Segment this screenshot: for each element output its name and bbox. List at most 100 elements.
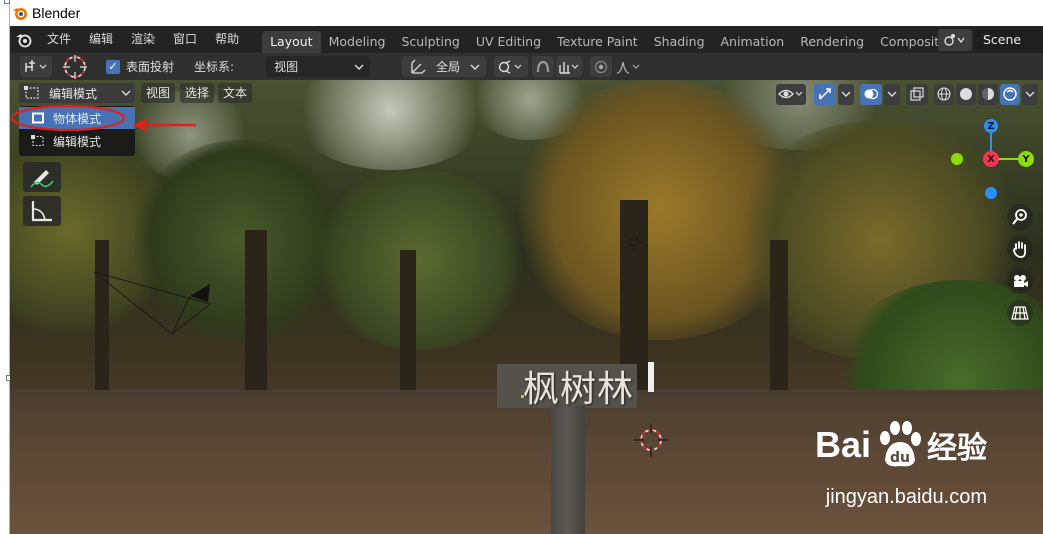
coord-system-label: 坐标系: [194,60,235,74]
menu-window[interactable]: 窗口 [164,26,206,53]
menu-render[interactable]: 渲染 [122,26,164,53]
annotate-pencil-icon [30,170,54,188]
snap-toggle-button[interactable] [532,56,555,77]
gizmo-axis-y[interactable]: Y [1018,151,1034,167]
shading-rendered[interactable] [1000,83,1020,105]
baidu-paw-icon: du [880,421,921,467]
text-edit-cursor [648,362,654,392]
sky-patch [290,80,490,170]
menu-edit[interactable]: 编辑 [80,26,122,53]
eye-icon [778,89,803,99]
pan-button[interactable] [1007,236,1033,262]
tab-layout[interactable]: Layout [262,31,321,53]
header-toolbar: ✓ 表面投射 坐标系: 视图 全局 [10,53,1043,80]
cursor-3d-icon [63,54,87,79]
tab-sculpting[interactable]: Sculpting [393,31,467,53]
tab-modeling[interactable]: Modeling [321,31,394,53]
zoom-icon [1012,209,1027,225]
magnet-icon [536,60,550,72]
chevron-down-icon [841,91,851,97]
workspace-tabs: Layout Modeling Sculpting UV Editing Tex… [262,26,966,53]
window-title: Blender [32,5,81,21]
blender-logo-icon [13,8,27,20]
camera-object-icon[interactable] [92,268,216,342]
perspective-toggle-button[interactable] [1007,300,1033,326]
chevron-down-icon [354,64,364,70]
gizmo-dropdown[interactable] [838,83,854,105]
gizmo-axis-x[interactable]: X [983,151,999,167]
edit-mode-icon [24,86,39,99]
tool-measure[interactable] [23,196,61,226]
interaction-mode-value: 编辑模式 [49,86,98,101]
tree-trunk [770,240,788,390]
light-object-icon[interactable] [624,232,644,252]
ruler-icon [31,201,52,222]
rendered-sphere-icon [1003,87,1017,101]
surface-project-checkbox[interactable]: ✓ [106,59,120,74]
coord-system-dropdown[interactable]: 视图 [266,56,371,77]
shading-dropdown[interactable] [1022,83,1038,105]
gizmo-axis-neg-y[interactable] [951,153,963,165]
zoom-button[interactable] [1007,204,1033,230]
xray-toggle[interactable] [906,83,928,105]
transform-orientation-button[interactable] [20,56,52,77]
visibility-dropdown[interactable] [776,83,806,105]
falloff-button[interactable] [614,56,644,77]
text-object[interactable]: 枫树林 [523,360,634,412]
link-icon [498,59,522,74]
gizmo-axis-x-label: X [987,153,995,165]
coord-system-value: 视图 [274,60,299,74]
shading-wireframe[interactable] [934,83,954,105]
camera-icon [1014,275,1028,287]
snap-element-button[interactable] [556,56,583,77]
scene-name-field[interactable]: Scene [975,28,1043,51]
tab-rendering[interactable]: Rendering [792,31,872,53]
blender-menu-icon[interactable] [10,32,38,48]
chevron-down-icon [887,91,897,97]
menu-file[interactable]: 文件 [38,26,80,53]
cursor-3d-button[interactable] [60,54,90,80]
annotation-highlight [10,104,196,132]
interaction-mode-dropdown[interactable]: 编辑模式 [19,83,135,103]
chevron-down-icon [470,64,480,70]
tab-texture-paint[interactable]: Texture Paint [549,31,646,53]
cursor-3d-icon [634,423,668,457]
transform-pivot-icon [411,59,426,74]
gizmo-arrows-icon [819,88,831,100]
tab-shading[interactable]: Shading [646,31,713,53]
chevron-down-icon [121,90,131,96]
shading-solid[interactable] [956,83,976,105]
viewport-menu-view[interactable]: 视图 [141,83,176,103]
wireframe-sphere-icon [937,87,951,101]
menu-help[interactable]: 帮助 [206,26,248,53]
overlays-icon [864,88,879,100]
tab-uv-editing[interactable]: UV Editing [468,31,549,53]
gizmo-axis-z[interactable]: Z [984,119,998,133]
watermark-brand: Bai [814,424,871,465]
window-titlebar: Blender [10,0,1043,26]
snap-link-button[interactable] [494,56,529,77]
sign-post [551,406,585,534]
camera-view-button[interactable] [1007,268,1033,294]
gizmo-axis-y-label: Y [1022,153,1030,165]
tab-animation[interactable]: Animation [713,31,793,53]
shading-material[interactable] [978,83,998,105]
tree-trunk [400,250,416,400]
gizmo-axis-neg-z[interactable] [985,187,997,199]
top-menubar: 文件 编辑 渲染 窗口 帮助 Layout Modeling Sculpting… [10,26,1043,53]
proportional-edit-icon [594,60,608,73]
tree-trunk [245,230,267,400]
navigation-gizmo[interactable]: Z X Y [950,116,1036,202]
gizmo-axis-z-label: Z [987,120,995,132]
overlays-dropdown[interactable] [884,83,900,105]
gizmo-toggle[interactable] [814,83,836,105]
foliage [310,170,530,350]
tool-annotate[interactable] [23,162,61,192]
scene-browse-button[interactable] [938,28,972,51]
viewport-menu-text[interactable]: 文本 [218,83,253,103]
pivot-dropdown[interactable]: 全局 [402,56,487,77]
proportional-edit-button[interactable] [590,56,613,77]
overlays-toggle[interactable] [860,83,882,105]
scene-selector: Scene [938,26,1043,53]
viewport-menu-select[interactable]: 选择 [180,83,215,103]
